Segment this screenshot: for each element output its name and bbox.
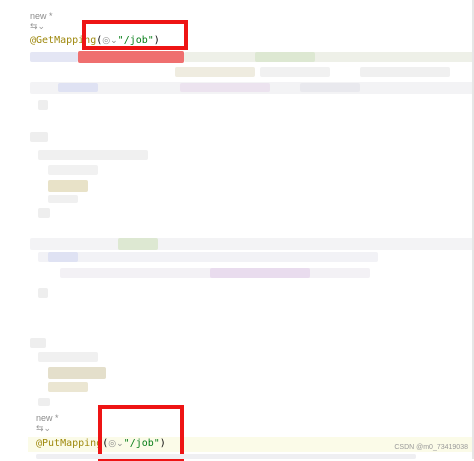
highlight-box [82, 20, 188, 50]
watermark: CSDN @m0_73419038 [394, 444, 468, 451]
author-icon[interactable]: ⇆⌄ [30, 22, 45, 32]
author-icon[interactable]: ⇆⌄ [36, 424, 51, 434]
usage-hint[interactable]: new * [36, 413, 59, 423]
annotation-put-mapping: @PutMapping [36, 438, 103, 449]
blurred-code-line [36, 454, 416, 459]
usage-hint[interactable]: new * [30, 11, 53, 21]
code-editor: new * ⇆⌄ @GetMapping(◎⌄"/job") new * ⇆⌄ … [0, 0, 474, 461]
highlight-box [98, 405, 184, 461]
